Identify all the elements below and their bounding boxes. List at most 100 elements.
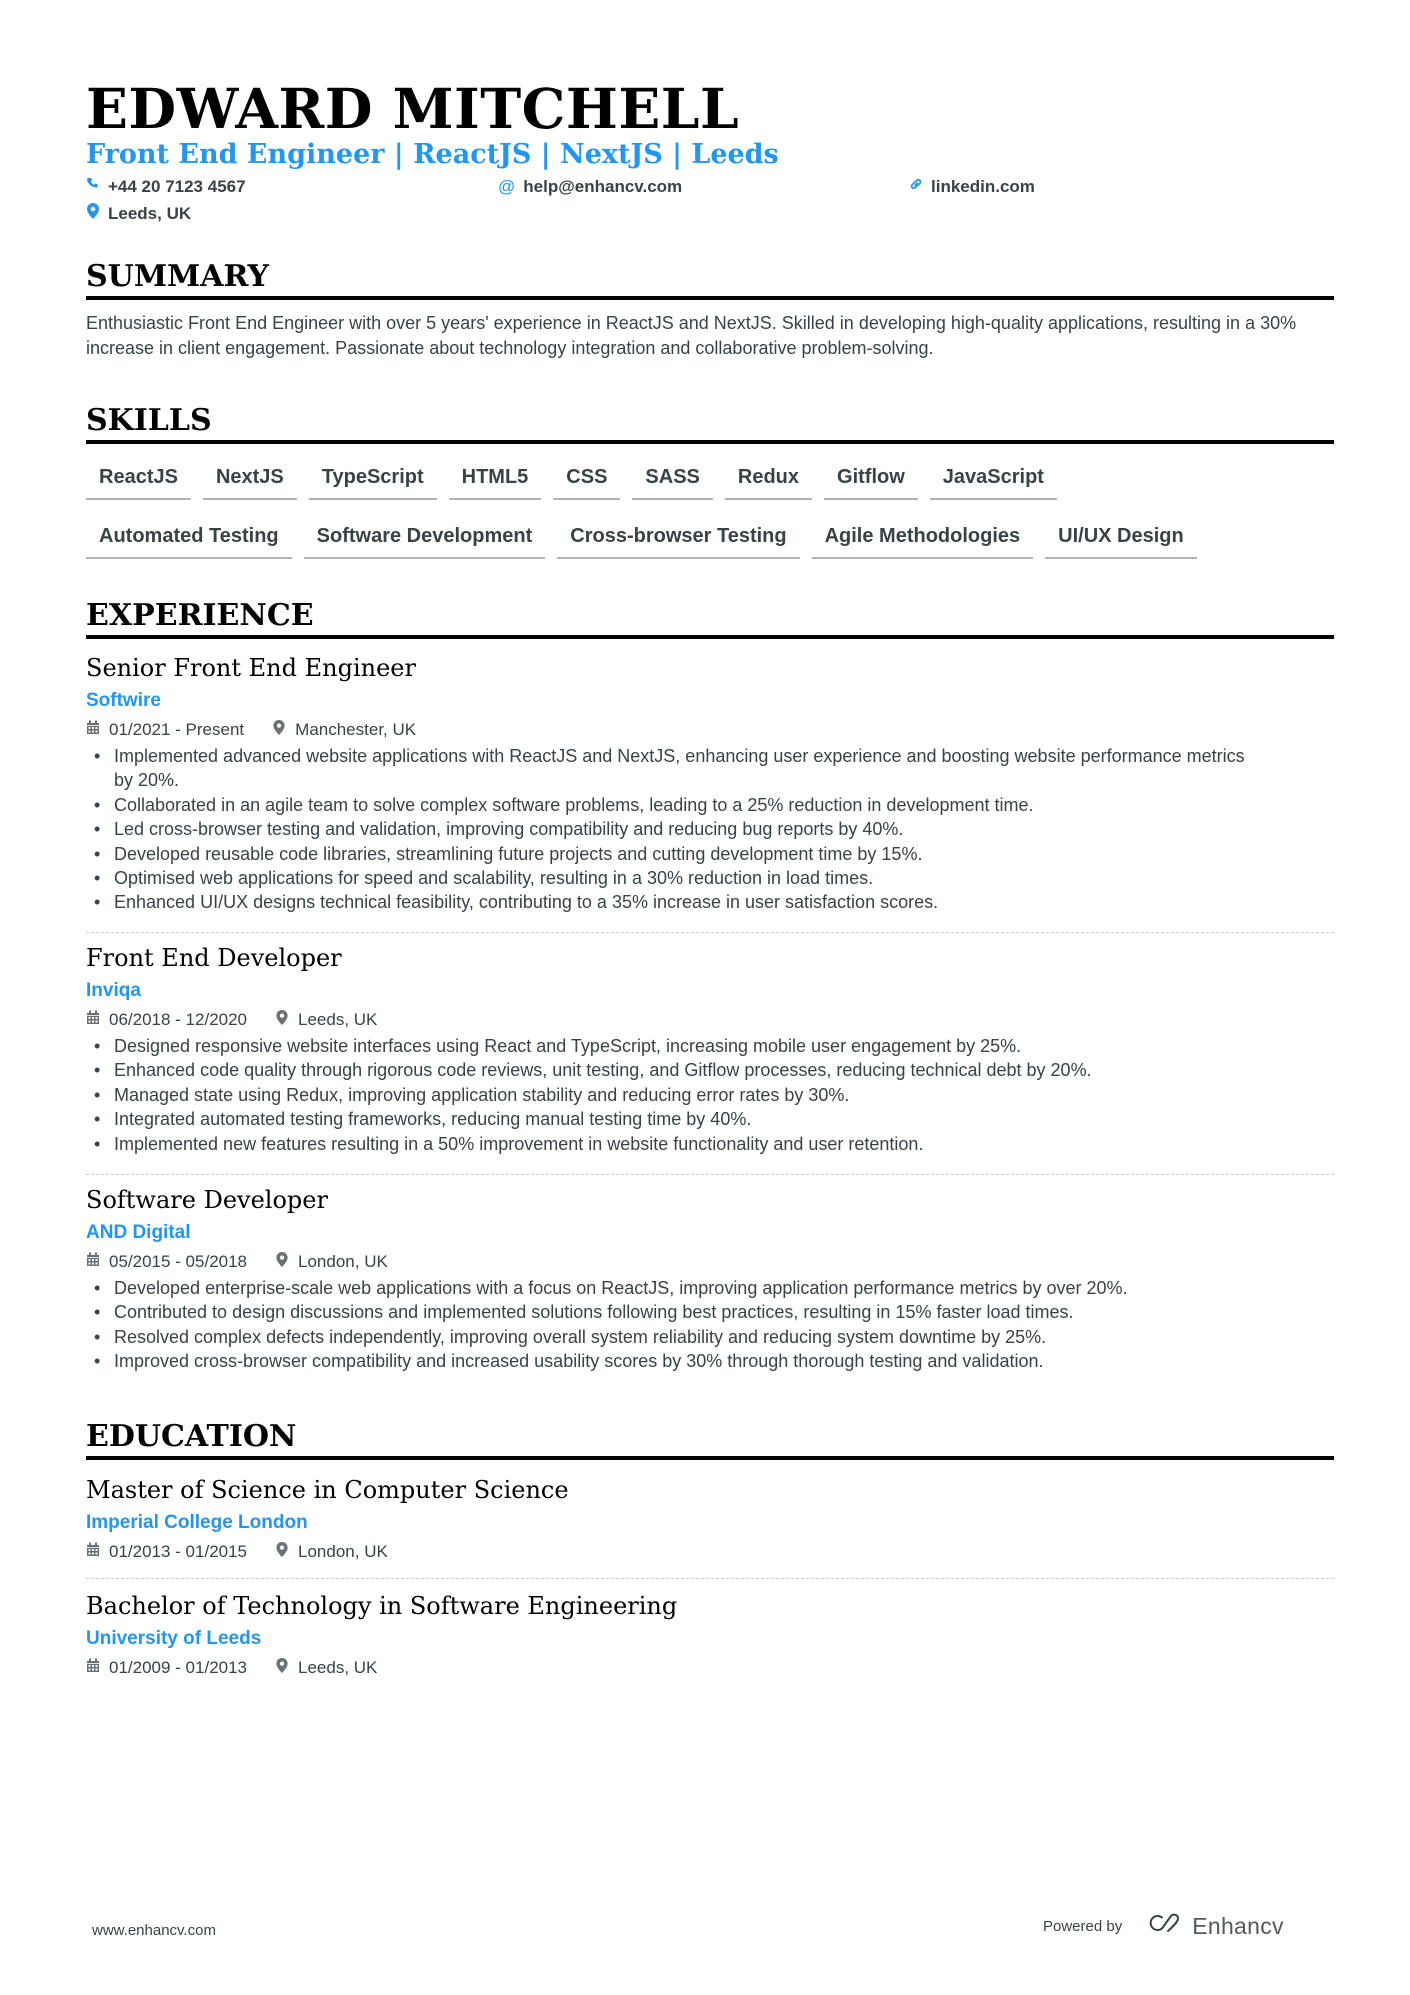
job-meta: 01/2021 - Present Manchester, UK	[86, 719, 1334, 741]
company-name: Softwire	[86, 690, 161, 711]
calendar-icon	[86, 719, 100, 741]
contact-email[interactable]: @ help@enhancv.com	[498, 176, 682, 198]
email-text[interactable]: help@enhancv.com	[523, 176, 682, 198]
skills-heading: SKILLS	[86, 402, 1334, 444]
bullet-item: Contributed to design discussions and im…	[86, 1300, 1334, 1325]
job-bullets: Developed enterprise-scale web applicati…	[86, 1276, 1334, 1374]
bullet-item: Resolved complex defects independently, …	[86, 1325, 1334, 1350]
bullet-item: Implemented advanced website application…	[86, 744, 1266, 793]
candidate-name: EDWARD MITCHELL	[86, 76, 740, 141]
experience-heading: EXPERIENCE	[86, 597, 1334, 639]
bullet-item: Managed state using Redux, improving app…	[86, 1083, 1334, 1108]
job-title: Front End Developer	[86, 944, 342, 972]
school-name: University of Leeds	[86, 1628, 262, 1649]
bullet-item: Optimised web applications for speed and…	[86, 866, 1334, 891]
at-icon: @	[498, 177, 516, 196]
education-entry: Bachelor of Technology in Software Engin…	[86, 1590, 1334, 1679]
location-icon	[272, 719, 286, 741]
location-icon	[275, 1541, 289, 1563]
bullet-item: Developed enterprise-scale web applicati…	[86, 1276, 1334, 1301]
skill-tag: TypeScript	[308, 464, 437, 500]
job-dates: 05/2015 - 05/2018	[109, 1252, 248, 1271]
skill-tag: Software Development	[303, 523, 546, 559]
job-title: Software Developer	[86, 1186, 328, 1214]
skill-tag: Agile Methodologies	[811, 523, 1034, 559]
company-name: Inviqa	[86, 980, 141, 1001]
location-icon	[275, 1251, 289, 1273]
location-icon	[275, 1657, 289, 1679]
enhancv-logo-text: Enhancv	[1192, 1912, 1284, 1939]
skill-tag: HTML5	[448, 464, 542, 500]
calendar-icon	[86, 1251, 100, 1273]
job-title: Senior Front End Engineer	[86, 654, 416, 682]
link-icon	[909, 176, 923, 198]
education-entry: Master of Science in Computer Science Im…	[86, 1474, 1334, 1563]
company-name: AND Digital	[86, 1222, 191, 1243]
phone-text: +44 20 7123 4567	[108, 177, 246, 196]
entry-divider	[86, 1578, 1334, 1579]
calendar-icon	[86, 1009, 100, 1031]
bullet-item: Enhanced UI/UX designs technical feasibi…	[86, 890, 1334, 915]
skill-tag: ReactJS	[86, 464, 191, 500]
bullet-item: Developed reusable code libraries, strea…	[86, 842, 1334, 867]
summary-heading: SUMMARY	[86, 258, 1334, 300]
location-icon	[86, 203, 100, 225]
summary-text: Enthusiastic Front End Engineer with ove…	[86, 313, 1297, 358]
enhancv-logo[interactable]: Enhancv	[1148, 1912, 1284, 1940]
school-name: Imperial College London	[86, 1512, 308, 1533]
job-meta: 06/2018 - 12/2020 Leeds, UK	[86, 1009, 1334, 1031]
education-dates: 01/2013 - 01/2015	[109, 1542, 248, 1561]
location-icon	[275, 1009, 289, 1031]
bullet-item: Improved cross-browser compatibility and…	[86, 1349, 1334, 1374]
job-location: Manchester, UK	[295, 720, 417, 739]
degree-title: Master of Science in Computer Science	[86, 1476, 569, 1504]
job-location: Leeds, UK	[298, 1010, 378, 1029]
skills-row-2: Automated Testing Software Development C…	[86, 523, 1197, 559]
footer-website-link[interactable]: www.enhancv.com	[92, 1922, 216, 1939]
experience-entry: Front End Developer Inviqa 06/2018 - 12/…	[86, 942, 1334, 1156]
contact-phone: +44 20 7123 4567	[86, 176, 246, 198]
skill-tag: UI/UX Design	[1045, 523, 1197, 559]
contact-location: Leeds, UK	[86, 203, 191, 225]
skill-tag: JavaScript	[929, 464, 1057, 500]
skill-tag: Cross-browser Testing	[557, 523, 800, 559]
skill-tag: SASS	[632, 464, 713, 500]
calendar-icon	[86, 1657, 100, 1679]
job-bullets: Implemented advanced website application…	[86, 744, 1334, 915]
education-dates: 01/2009 - 01/2013	[109, 1658, 248, 1677]
entry-divider	[86, 1174, 1334, 1175]
candidate-headline: Front End Engineer | ReactJS | NextJS | …	[86, 139, 779, 170]
job-dates: 06/2018 - 12/2020	[109, 1010, 248, 1029]
skill-tag: Redux	[724, 464, 813, 500]
bullet-item: Designed responsive website interfaces u…	[86, 1034, 1334, 1059]
location-text: Leeds, UK	[108, 204, 192, 223]
contact-linkedin[interactable]: linkedin.com	[909, 176, 1035, 198]
job-dates: 01/2021 - Present	[109, 720, 245, 739]
job-location: London, UK	[298, 1252, 388, 1271]
skill-tag: CSS	[553, 464, 621, 500]
footer-branding: Powered by Enhancv	[1043, 1912, 1284, 1940]
education-meta: 01/2013 - 01/2015 London, UK	[86, 1541, 1334, 1563]
entry-divider	[86, 932, 1334, 933]
education-location: London, UK	[298, 1542, 388, 1561]
experience-entry: Senior Front End Engineer Softwire 01/20…	[86, 652, 1334, 915]
education-meta: 01/2009 - 01/2013 Leeds, UK	[86, 1657, 1334, 1679]
job-meta: 05/2015 - 05/2018 London, UK	[86, 1251, 1334, 1273]
skill-tag: NextJS	[202, 464, 297, 500]
bullet-item: Implemented new features resulting in a …	[86, 1132, 1334, 1157]
experience-entry: Software Developer AND Digital 05/2015 -…	[86, 1184, 1334, 1374]
education-heading: EDUCATION	[86, 1418, 1334, 1460]
powered-by-label: Powered by	[1043, 1917, 1123, 1935]
bullet-item: Enhanced code quality through rigorous c…	[86, 1058, 1334, 1083]
phone-icon	[86, 176, 100, 198]
bullet-item: Collaborated in an agile team to solve c…	[86, 793, 1334, 818]
skill-tag: Automated Testing	[86, 523, 292, 559]
education-location: Leeds, UK	[298, 1658, 378, 1677]
bullet-item: Integrated automated testing frameworks,…	[86, 1107, 1334, 1132]
skills-row-1: ReactJS NextJS TypeScript HTML5 CSS SASS…	[86, 464, 1057, 500]
calendar-icon	[86, 1541, 100, 1563]
job-bullets: Designed responsive website interfaces u…	[86, 1034, 1334, 1156]
skill-tag: Gitflow	[824, 464, 918, 500]
degree-title: Bachelor of Technology in Software Engin…	[86, 1592, 678, 1620]
linkedin-text[interactable]: linkedin.com	[931, 176, 1035, 198]
